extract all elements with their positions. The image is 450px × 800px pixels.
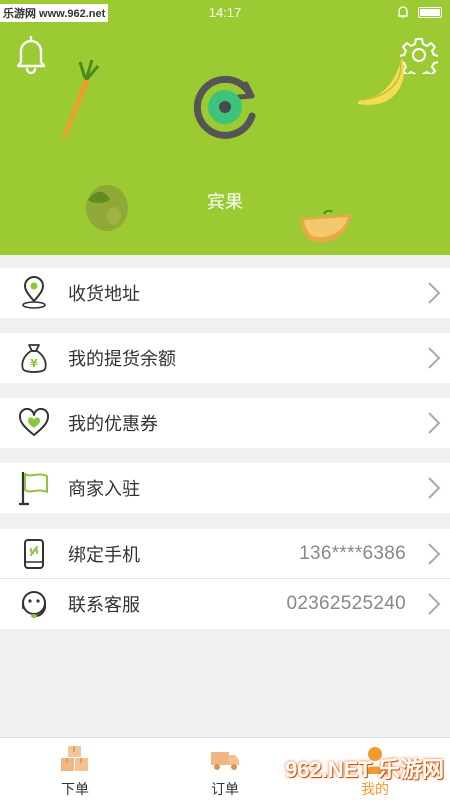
status-time: 14:17 — [208, 5, 242, 20]
heart-icon — [18, 408, 50, 436]
menu-group-address: 收货地址 — [0, 268, 450, 318]
chevron-right-icon — [428, 593, 441, 615]
location-pin-icon — [22, 276, 46, 309]
chevron-right-icon — [428, 477, 441, 499]
chevron-right-icon — [428, 282, 441, 304]
shop-name: 宾果 — [207, 192, 243, 212]
bound-phone-number: 136****6386 — [299, 542, 406, 564]
status-bar: 乐游网 www.962.net 14:17 — [0, 0, 450, 24]
menu-label-service: 联系客服 — [68, 595, 140, 615]
menu-label-phone: 绑定手机 — [68, 544, 140, 565]
tab-order-label: 下单 — [61, 781, 89, 797]
carrot-illustration — [62, 59, 100, 138]
menu-item-phone[interactable]: 绑定手机 136****6386 — [0, 529, 450, 579]
boxes-icon — [61, 746, 88, 771]
alarm-icon — [398, 6, 408, 18]
menu-group-balance: ¥ 我的提货余额 — [0, 333, 450, 383]
chevron-right-icon — [428, 347, 441, 369]
flag-icon — [19, 472, 48, 506]
chevron-right-icon — [428, 542, 441, 565]
menu-item-coupons[interactable]: 我的优惠券 — [0, 398, 450, 448]
menu-item-address[interactable]: 收货地址 — [0, 268, 450, 318]
app-logo-icon — [193, 75, 256, 139]
bell-icon[interactable] — [14, 34, 48, 74]
mobile-phone-icon — [24, 538, 44, 569]
menu-label-merchant: 商家入驻 — [68, 479, 140, 499]
tab-orders-label: 订单 — [211, 781, 239, 797]
menu-item-merchant[interactable]: 商家入驻 — [0, 463, 450, 513]
menu-label-address: 收货地址 — [68, 284, 140, 304]
truck-icon — [211, 752, 239, 770]
menu-group-merchant: 商家入驻 — [0, 463, 450, 513]
battery-icon — [418, 6, 442, 18]
menu-item-balance[interactable]: ¥ 我的提货余额 — [0, 333, 450, 383]
svg-text:¥: ¥ — [30, 357, 38, 370]
menu-label-coupons: 我的优惠券 — [68, 414, 158, 434]
headset-icon — [22, 591, 46, 618]
chevron-right-icon — [428, 412, 441, 434]
profile-header: 乐游网 www.962.net 14:17 宾果 — [0, 0, 450, 255]
money-bag-icon: ¥ — [21, 344, 47, 373]
menu-item-service[interactable]: 联系客服 02362525240 — [0, 579, 450, 629]
menu-label-balance: 我的提货余额 — [68, 349, 176, 369]
menu-group-contact: 绑定手机 136****6386 联系客服 02362525240 — [0, 529, 450, 629]
tab-order[interactable]: 下单 — [0, 738, 150, 800]
melon-slice-illustration — [300, 210, 352, 243]
menu-group-coupons: 我的优惠券 — [0, 398, 450, 448]
service-phone-number: 02362525240 — [286, 593, 406, 614]
tab-orders[interactable]: 订单 — [150, 738, 300, 800]
site-watermark-logo: 962.NET 乐游网 — [285, 757, 444, 782]
banana-illustration — [357, 58, 404, 105]
